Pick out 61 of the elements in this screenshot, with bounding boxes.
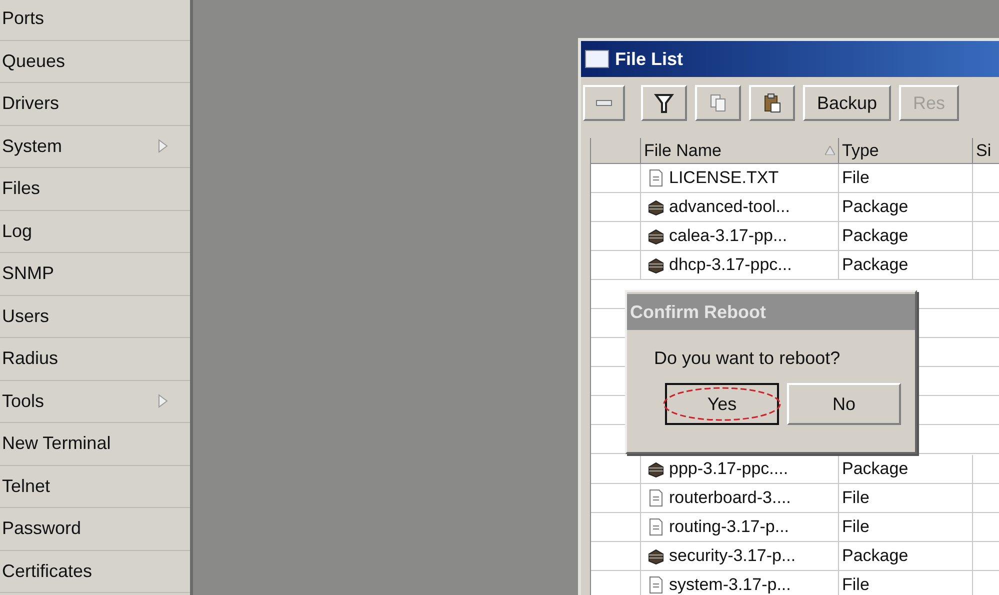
funnel-icon	[654, 93, 674, 113]
dialog-title: Confirm Reboot	[627, 294, 915, 330]
paste-button[interactable]	[749, 85, 795, 121]
document-icon	[647, 489, 665, 507]
dialog-button[interactable]: Yes	[665, 383, 779, 425]
menu-item[interactable]: Telnet	[0, 466, 190, 508]
row-header-cell	[591, 193, 641, 222]
minus-icon	[596, 100, 612, 106]
menu-item[interactable]: System	[0, 126, 190, 168]
row-header-cell	[591, 484, 641, 513]
filter-button[interactable]	[641, 85, 687, 121]
menu-item[interactable]: Queues	[0, 40, 190, 83]
menu-item[interactable]: Certificates	[0, 550, 190, 593]
table-cell: routerboard-3....	[641, 484, 839, 513]
document-icon	[647, 518, 665, 536]
menu-item[interactable]: Radius	[0, 338, 190, 380]
menu-item[interactable]: Files	[0, 168, 190, 210]
dialog-message: Do you want to reboot?	[654, 348, 842, 369]
table-cell: LICENSE.TXT	[641, 164, 839, 193]
table-cell: Package	[839, 193, 973, 222]
table-cell: File	[839, 484, 973, 513]
table-cell: advanced-tool...	[641, 193, 839, 222]
table-cell: File	[839, 164, 973, 193]
table-cell: File	[839, 571, 973, 595]
window-icon	[585, 50, 609, 68]
table-cell: routing-3.17-p...	[641, 513, 839, 542]
column-header[interactable]: Si	[973, 138, 999, 164]
copy-icon	[708, 93, 728, 113]
menu-item[interactable]: Log	[0, 210, 190, 253]
table-cell: File	[839, 513, 973, 542]
package-icon	[647, 227, 665, 245]
dialog-button[interactable]: No	[787, 383, 901, 425]
sort-arrow-icon	[825, 146, 835, 155]
remove-button[interactable]	[583, 85, 625, 121]
row-header-cell	[591, 513, 641, 542]
window-title: File List	[615, 48, 684, 70]
package-icon	[647, 460, 665, 478]
row-header-cell	[591, 222, 641, 251]
package-icon	[647, 547, 665, 565]
menu-item[interactable]: Password	[0, 508, 190, 550]
column-header[interactable]: File Name	[641, 138, 839, 164]
toolbar-button[interactable]: Backup	[803, 85, 892, 121]
clipboard-icon	[762, 93, 782, 113]
column-header[interactable]: Type	[839, 138, 973, 164]
table-cell: system-3.17-p...	[641, 571, 839, 595]
package-icon	[647, 256, 665, 274]
row-header-cell	[591, 542, 641, 571]
menu-item[interactable]: Drivers	[0, 83, 190, 126]
menu-item[interactable]: SNMP	[0, 253, 190, 296]
table-cell: Package	[839, 542, 973, 571]
menu-item[interactable]: Ports	[0, 0, 190, 40]
menu-item[interactable]: New Terminal	[0, 423, 190, 466]
row-header-cell	[591, 164, 641, 193]
menu-item[interactable]: Tools	[0, 380, 190, 423]
table-cell: calea-3.17-pp...	[641, 222, 839, 251]
table-cell: Package	[839, 222, 973, 251]
package-icon	[647, 198, 665, 216]
menu-item[interactable]: Users	[0, 296, 190, 338]
copy-button[interactable]	[695, 85, 741, 121]
document-icon	[647, 169, 665, 187]
table-cell: security-3.17-p...	[641, 542, 839, 571]
